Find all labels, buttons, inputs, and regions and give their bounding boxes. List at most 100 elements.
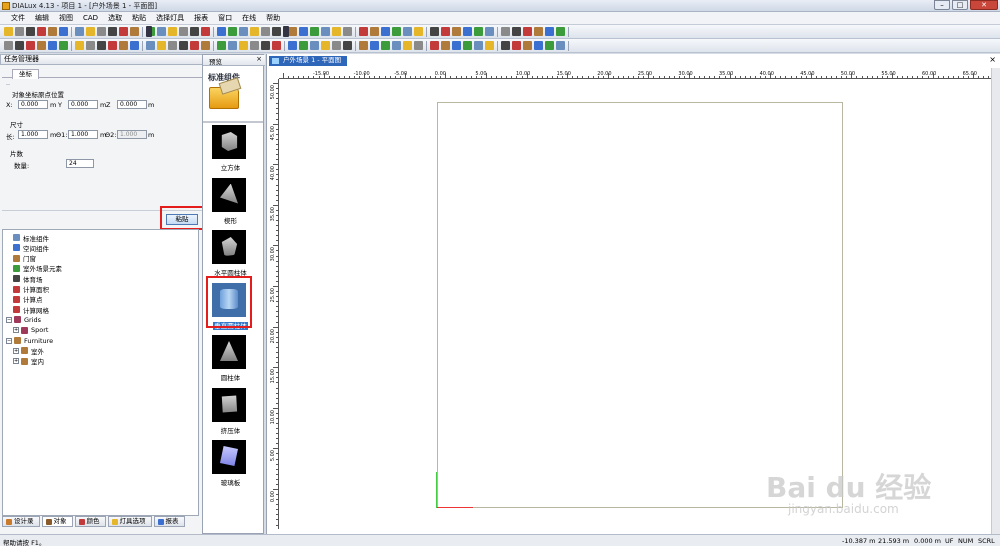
- bottom-tab[interactable]: 颜色: [74, 516, 106, 527]
- component-thumbnail[interactable]: [212, 440, 246, 474]
- expander-icon[interactable]: +: [13, 327, 19, 334]
- toolbar-tool-icon[interactable]: [15, 27, 24, 36]
- toolbar-tool-icon[interactable]: [48, 27, 57, 36]
- toolbar-tool-icon[interactable]: [217, 41, 226, 50]
- menu-item[interactable]: 粘贴: [127, 13, 151, 23]
- toolbar-tool-icon[interactable]: [485, 41, 494, 50]
- toolbar-tool-icon[interactable]: [86, 27, 95, 36]
- toolbar-tool-icon[interactable]: [48, 41, 57, 50]
- toolbar-tool-icon[interactable]: [321, 27, 330, 36]
- toolbar-tool-icon[interactable]: [228, 41, 237, 50]
- toolbar-tool-icon[interactable]: [228, 27, 237, 36]
- toolbar-tool-icon[interactable]: [310, 27, 319, 36]
- toolbar-tool-icon[interactable]: [370, 41, 379, 50]
- toolbar-tool-icon[interactable]: [523, 41, 532, 50]
- close-button[interactable]: ✕: [970, 0, 998, 10]
- toolbar-tool-icon[interactable]: [332, 41, 341, 50]
- bottom-tab[interactable]: 报表: [153, 516, 185, 527]
- toolbar-tool-icon[interactable]: [168, 27, 177, 36]
- toolbar-tool-icon[interactable]: [299, 41, 308, 50]
- toolbar-tool-icon[interactable]: [97, 41, 106, 50]
- toolbar-tool-icon[interactable]: [86, 41, 95, 50]
- toolbar-tool-icon[interactable]: [474, 41, 483, 50]
- tree-item[interactable]: 计算网格: [13, 305, 49, 315]
- toolbar-tool-icon[interactable]: [414, 41, 423, 50]
- bottom-tab[interactable]: 灯具选项: [107, 516, 152, 527]
- toolbar-tool-icon[interactable]: [288, 41, 297, 50]
- toolbar-tool-icon[interactable]: [239, 27, 248, 36]
- toolbar-tool-icon[interactable]: [556, 27, 565, 36]
- minimize-button[interactable]: –: [934, 0, 950, 10]
- toolbar-tool-icon[interactable]: [321, 41, 330, 50]
- toolbar-tool-icon[interactable]: [501, 27, 510, 36]
- component-thumbnail[interactable]: [212, 335, 246, 369]
- toolbar-tool-icon[interactable]: [343, 41, 352, 50]
- toolbar-tool-icon[interactable]: [201, 41, 210, 50]
- toolbar-tool-icon[interactable]: [190, 41, 199, 50]
- toolbar-tool-icon[interactable]: [190, 27, 199, 36]
- plan-close-icon[interactable]: ×: [989, 55, 996, 64]
- toolbar-tool-icon[interactable]: [179, 41, 188, 50]
- menu-item[interactable]: 在线: [237, 13, 261, 23]
- menu-item[interactable]: CAD: [78, 14, 103, 22]
- count-input[interactable]: 24: [66, 159, 94, 168]
- tree-item[interactable]: − Grids: [6, 315, 41, 324]
- component-label[interactable]: 楔形: [203, 215, 258, 225]
- toolbar-tool-icon[interactable]: [534, 27, 543, 36]
- toolbar-tool-icon[interactable]: [463, 41, 472, 50]
- toolbar-tool-icon[interactable]: [545, 41, 554, 50]
- toolbar-tool-icon[interactable]: [332, 27, 341, 36]
- toolbar-tool-icon[interactable]: [37, 27, 46, 36]
- toolbar-tool-icon[interactable]: [463, 27, 472, 36]
- component-label[interactable]: 水平圆柱体: [203, 267, 258, 277]
- toolbar-tool-icon[interactable]: [97, 27, 106, 36]
- component-label[interactable]: 圆柱体: [203, 372, 258, 382]
- folder-icon[interactable]: [209, 87, 239, 109]
- menu-item[interactable]: 文件: [6, 13, 30, 23]
- component-label[interactable]: 玻璃板: [203, 477, 258, 487]
- toolbar-tool-icon[interactable]: [512, 27, 521, 36]
- tree-item[interactable]: + 室内: [13, 357, 44, 366]
- d1-input[interactable]: 1.000: [68, 130, 98, 139]
- expander-icon[interactable]: −: [6, 337, 12, 344]
- toolbar-tool-icon[interactable]: [359, 41, 368, 50]
- toolbar-tool-icon[interactable]: [179, 27, 188, 36]
- tab-coordinates[interactable]: 坐标: [12, 69, 39, 79]
- toolbar-tool-icon[interactable]: [474, 27, 483, 36]
- bottom-tab[interactable]: 对象: [41, 516, 73, 527]
- toolbar-tool-icon[interactable]: [501, 41, 510, 50]
- toolbar-tool-icon[interactable]: [157, 27, 166, 36]
- component-label[interactable]: 挤压体: [203, 425, 258, 435]
- toolbar-tool-icon[interactable]: [272, 41, 281, 50]
- toolbar-tool-icon[interactable]: [37, 41, 46, 50]
- tree-item[interactable]: 计算面积: [13, 285, 49, 294]
- tree-item[interactable]: 计算点: [13, 295, 43, 304]
- menu-item[interactable]: 视图: [54, 13, 78, 23]
- toolbar-tool-icon[interactable]: [392, 41, 401, 50]
- toolbar-tool-icon[interactable]: [75, 41, 84, 50]
- paste-button[interactable]: 粘贴: [166, 214, 198, 225]
- toolbar-tool-icon[interactable]: [452, 41, 461, 50]
- toolbar-tool-icon[interactable]: [381, 41, 390, 50]
- toolbar-tool-icon[interactable]: [261, 27, 270, 36]
- menu-item[interactable]: 选取: [103, 13, 127, 23]
- toolbar-tool-icon[interactable]: [545, 27, 554, 36]
- toolbar-dropdown-icon[interactable]: [146, 26, 152, 37]
- toolbar-tool-icon[interactable]: [430, 27, 439, 36]
- toolbar-tool-icon[interactable]: [430, 41, 439, 50]
- tree-item[interactable]: + Sport: [13, 326, 48, 335]
- menu-item[interactable]: 报表: [189, 13, 213, 23]
- toolbar-tool-icon[interactable]: [512, 41, 521, 50]
- expander-icon[interactable]: +: [13, 358, 19, 365]
- toolbar-tool-icon[interactable]: [250, 27, 259, 36]
- maximize-button[interactable]: □: [952, 0, 968, 10]
- tree-item[interactable]: 室外场景元素: [13, 264, 62, 273]
- toolbar-tool-icon[interactable]: [250, 41, 259, 50]
- toolbar-tool-icon[interactable]: [26, 41, 35, 50]
- tree-item[interactable]: 门窗: [13, 254, 36, 263]
- y-input[interactable]: 0.000: [68, 100, 98, 109]
- toolbar-tool-icon[interactable]: [26, 27, 35, 36]
- toolbar-tool-icon[interactable]: [146, 41, 155, 50]
- toolbar-tool-icon[interactable]: [381, 27, 390, 36]
- toolbar-tool-icon[interactable]: [108, 27, 117, 36]
